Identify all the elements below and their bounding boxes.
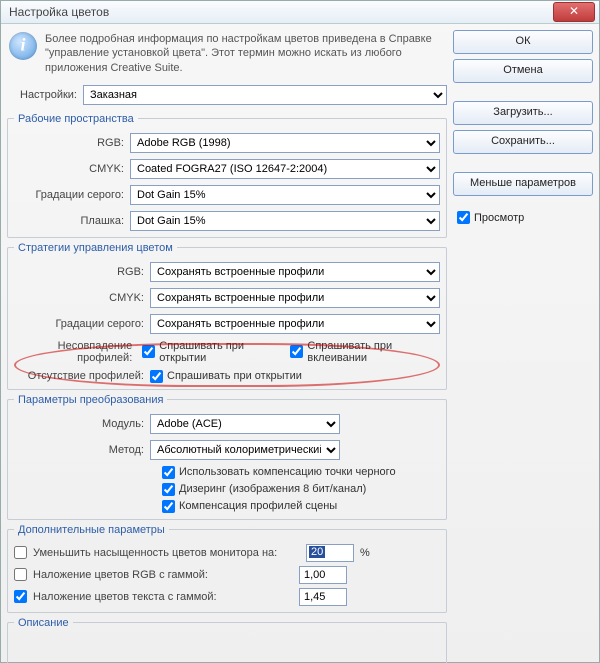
policy-gray-label: Градации серого: (14, 318, 144, 330)
dialog-body: Более подробная информация по настройкам… (1, 24, 599, 663)
load-button[interactable]: Загрузить... (453, 101, 593, 125)
missing-label: Отсутствие профилей: (14, 370, 144, 382)
close-button[interactable]: ✕ (553, 2, 595, 22)
rgb-label: RGB: (14, 137, 124, 149)
policies-group: Стратегии управления цветом RGB: Сохраня… (7, 242, 447, 390)
less-options-button[interactable]: Меньше параметров (453, 172, 593, 196)
blackpoint-checkbox[interactable] (162, 466, 175, 479)
policy-rgb-label: RGB: (14, 266, 144, 278)
titlebar: Настройка цветов ✕ (1, 1, 599, 24)
policy-gray-combo[interactable]: Сохранять встроенные профили (150, 314, 440, 334)
save-button[interactable]: Сохранить... (453, 130, 593, 154)
mismatch-paste-checkbox[interactable] (290, 345, 303, 358)
conversion-group: Параметры преобразования Модуль: Adobe (… (7, 394, 447, 520)
policies-legend: Стратегии управления цветом (14, 242, 177, 254)
ok-button[interactable]: ОК (453, 30, 593, 54)
mismatch-open-check[interactable]: Спрашивать при открытии (142, 340, 280, 364)
blend-rgb-label: Наложение цветов RGB с гаммой: (33, 569, 293, 581)
preview-label: Просмотр (474, 212, 524, 224)
spot-combo[interactable]: Dot Gain 15% (130, 211, 440, 231)
settings-row: Настройки: Заказная (7, 85, 447, 105)
blackpoint-label: Использовать компенсацию точки черного (179, 466, 396, 478)
desat-input[interactable]: 20 (306, 544, 354, 562)
rgb-combo[interactable]: Adobe RGB (1998) (130, 133, 440, 153)
description-group: Описание (7, 617, 447, 663)
intro-section: Более подробная информация по настройкам… (7, 30, 447, 81)
gray-combo[interactable]: Dot Gain 15% (130, 185, 440, 205)
mismatch-paste-check[interactable]: Спрашивать при вклеивании (290, 340, 440, 364)
cancel-button[interactable]: Отмена (453, 59, 593, 83)
settings-combo[interactable]: Заказная (83, 85, 447, 105)
gray-label: Градации серого: (14, 189, 124, 201)
window-title: Настройка цветов (9, 5, 109, 19)
description-legend: Описание (14, 617, 73, 629)
missing-open-check[interactable]: Спрашивать при открытии (150, 370, 302, 383)
cmyk-combo[interactable]: Coated FOGRA27 (ISO 12647-2:2004) (130, 159, 440, 179)
missing-open-checkbox[interactable] (150, 370, 163, 383)
preview-checkbox[interactable] (457, 211, 470, 224)
intro-text: Более подробная информация по настройкам… (45, 32, 445, 75)
blend-rgb-input[interactable] (299, 566, 347, 584)
desat-checkbox[interactable] (14, 546, 27, 559)
description-body (14, 637, 440, 663)
blend-text-checkbox[interactable] (14, 590, 27, 603)
mismatch-paste-text: Спрашивать при вклеивании (307, 340, 440, 364)
advanced-legend: Дополнительные параметры (14, 524, 169, 536)
conversion-legend: Параметры преобразования (14, 394, 167, 406)
engine-label: Модуль: (14, 418, 144, 430)
info-icon (9, 32, 37, 60)
policy-cmyk-combo[interactable]: Сохранять встроенные профили (150, 288, 440, 308)
button-panel: ОК Отмена Загрузить... Сохранить... Мень… (447, 30, 593, 657)
engine-combo[interactable]: Adobe (ACE) (150, 414, 340, 434)
blend-text-label: Наложение цветов текста с гаммой: (33, 591, 293, 603)
mismatch-label: Несовпадение профилей: (14, 340, 132, 364)
missing-open-text: Спрашивать при открытии (167, 370, 302, 382)
workspaces-legend: Рабочие пространства (14, 113, 138, 125)
spot-label: Плашка: (14, 215, 124, 227)
workspaces-group: Рабочие пространства RGB: Adobe RGB (199… (7, 113, 447, 238)
settings-label: Настройки: (7, 89, 77, 101)
cmyk-label: CMYK: (14, 163, 124, 175)
scene-label: Компенсация профилей сцены (179, 500, 337, 512)
preview-row[interactable]: Просмотр (453, 211, 593, 224)
intent-label: Метод: (14, 444, 144, 456)
desat-label: Уменьшить насыщенность цветов монитора н… (33, 547, 293, 559)
intent-combo[interactable]: Абсолютный колориметрический (150, 440, 340, 460)
desat-unit: % (360, 547, 370, 559)
blend-rgb-checkbox[interactable] (14, 568, 27, 581)
policy-cmyk-label: CMYK: (14, 292, 144, 304)
dither-label: Дизеринг (изображения 8 бит/канал) (179, 483, 366, 495)
mismatch-open-checkbox[interactable] (142, 345, 155, 358)
policy-rgb-combo[interactable]: Сохранять встроенные профили (150, 262, 440, 282)
blend-text-input[interactable] (299, 588, 347, 606)
scene-checkbox[interactable] (162, 500, 175, 513)
dither-checkbox[interactable] (162, 483, 175, 496)
advanced-group: Дополнительные параметры Уменьшить насыщ… (7, 524, 447, 613)
color-settings-dialog: Настройка цветов ✕ Более подробная инфор… (0, 0, 600, 663)
mismatch-open-text: Спрашивать при открытии (159, 340, 280, 364)
left-panel: Более подробная информация по настройкам… (7, 30, 447, 657)
